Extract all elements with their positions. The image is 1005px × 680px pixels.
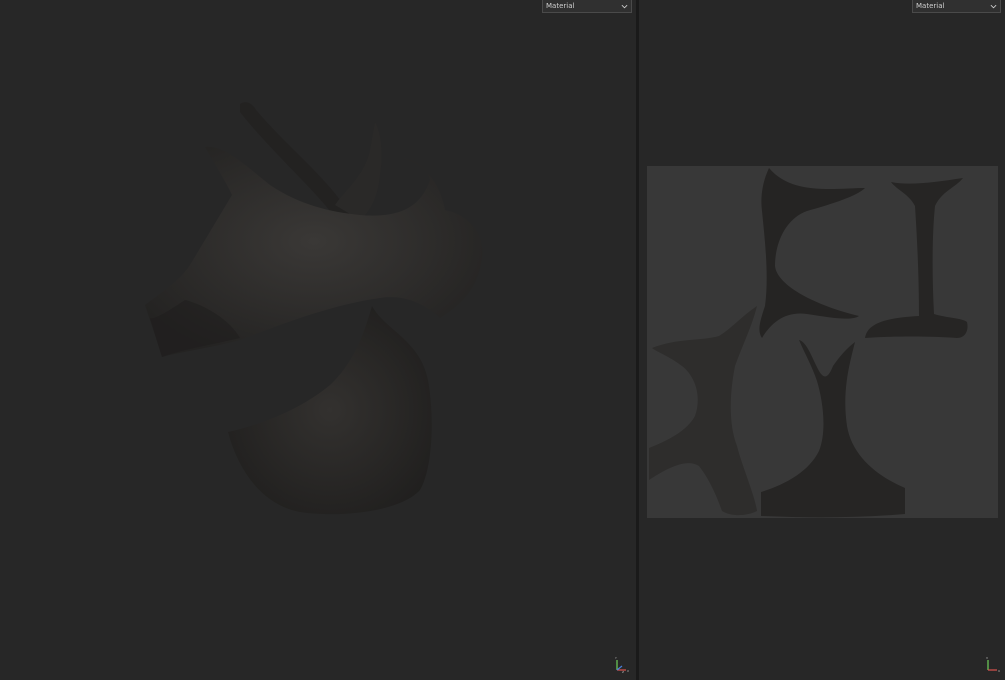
shading-mode-dropdown-3d[interactable]: Material <box>542 0 632 13</box>
uv-island <box>761 340 905 518</box>
shading-mode-label: Material <box>546 2 575 10</box>
shading-mode-dropdown-uv[interactable]: Material <box>912 0 1001 13</box>
axis-label-x: X <box>627 669 629 673</box>
axis-label-u: U <box>998 669 1000 673</box>
chevron-down-icon <box>990 4 997 9</box>
uv-islands <box>649 168 968 518</box>
uv-island <box>865 178 968 338</box>
axis-gizmo-icon: V U <box>986 656 1000 673</box>
mesh-3d-view <box>145 102 483 515</box>
uv-island <box>759 168 865 338</box>
axis-label-v: V <box>986 656 989 660</box>
mesh-strap <box>335 122 382 220</box>
chevron-down-icon <box>621 4 628 9</box>
mesh-lower-piece <box>228 306 432 515</box>
axis-label-z: Z <box>622 670 624 674</box>
axis-label-y: Y <box>615 656 617 660</box>
uv-tile <box>647 166 998 518</box>
uv-island <box>649 306 757 516</box>
viewport-uv[interactable]: Material V U <box>639 0 1005 680</box>
axis-gizmo-icon: Y X Z <box>615 656 629 674</box>
viewport-3d[interactable]: Material Y X Z <box>0 0 636 680</box>
shading-mode-label: Material <box>916 2 945 10</box>
